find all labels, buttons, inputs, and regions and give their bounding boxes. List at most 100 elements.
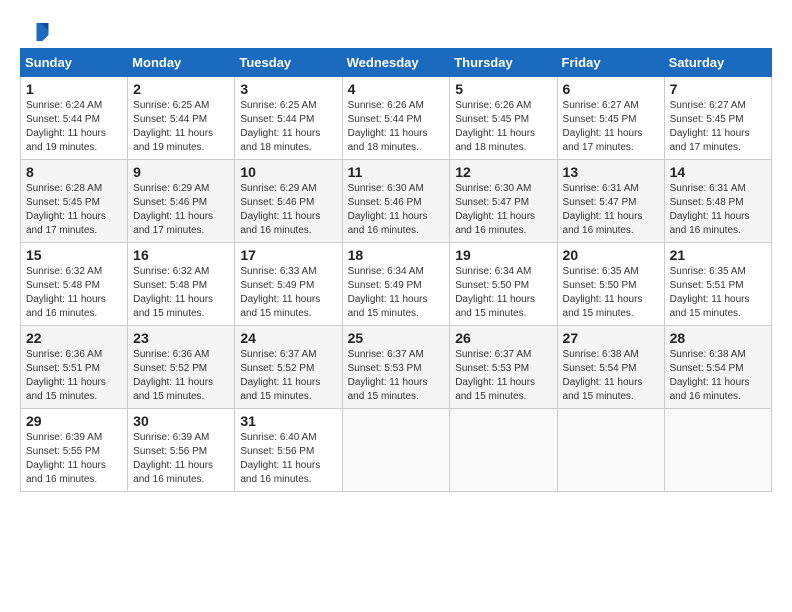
day-number: 28 <box>670 330 766 346</box>
day-number: 14 <box>670 164 766 180</box>
calendar-cell: 8Sunrise: 6:28 AM Sunset: 5:45 PM Daylig… <box>21 160 128 243</box>
day-info: Sunrise: 6:37 AM Sunset: 5:53 PM Dayligh… <box>348 348 445 404</box>
calendar-cell: 23 Sunrise: 6:36 AM Sunset: 5:52 PM Dayli… <box>128 326 235 409</box>
day-number: 22 <box>26 330 122 346</box>
calendar-cell: 13Sunrise: 6:31 AM Sunset: 5:47 PM Dayli… <box>557 160 664 243</box>
calendar-cell: 26 Sunrise: 6:37 AM Sunset: 5:53 PM Dayli… <box>450 326 557 409</box>
calendar-cell: 25 Sunrise: 6:37 AM Sunset: 5:53 PM Dayli… <box>342 326 450 409</box>
day-number: 30 <box>133 413 229 429</box>
day-info: Sunrise: 6:29 AM Sunset: 5:46 PM Dayligh… <box>240 182 336 238</box>
weekday-header-saturday: Saturday <box>664 49 771 77</box>
day-info: Sunrise: 6:29 AM Sunset: 5:46 PM Dayligh… <box>133 182 229 238</box>
logo-icon <box>20 20 50 44</box>
day-info: Sunrise: 6:37 AM Sunset: 5:52 PM Dayligh… <box>240 348 336 404</box>
day-number: 8 <box>26 164 122 180</box>
calendar-cell <box>342 409 450 492</box>
page-header <box>20 20 772 44</box>
day-info: Sunrise: 6:26 AM Sunset: 5:45 PM Dayligh… <box>455 99 551 155</box>
calendar-cell: 22Sunrise: 6:36 AM Sunset: 5:51 PM Dayli… <box>21 326 128 409</box>
calendar-cell: 10 Sunrise: 6:29 AM Sunset: 5:46 PM Dayli… <box>235 160 342 243</box>
calendar-cell: 11Sunrise: 6:30 AM Sunset: 5:46 PM Dayli… <box>342 160 450 243</box>
day-number: 19 <box>455 247 551 263</box>
day-info: Sunrise: 6:25 AM Sunset: 5:44 PM Dayligh… <box>133 99 229 155</box>
day-number: 1 <box>26 81 122 97</box>
calendar-cell: 17 Sunrise: 6:33 AM Sunset: 5:49 PM Dayli… <box>235 243 342 326</box>
day-info: Sunrise: 6:32 AM Sunset: 5:48 PM Dayligh… <box>133 265 229 321</box>
calendar-cell: 12 Sunrise: 6:30 AM Sunset: 5:47 PM Dayli… <box>450 160 557 243</box>
day-info: Sunrise: 6:35 AM Sunset: 5:51 PM Dayligh… <box>670 265 766 321</box>
day-number: 2 <box>133 81 229 97</box>
calendar-cell: 15Sunrise: 6:32 AM Sunset: 5:48 PM Dayli… <box>21 243 128 326</box>
day-info: Sunrise: 6:36 AM Sunset: 5:52 PM Dayligh… <box>133 348 229 404</box>
calendar-cell: 4Sunrise: 6:26 AM Sunset: 5:44 PM Daylig… <box>342 77 450 160</box>
day-info: Sunrise: 6:33 AM Sunset: 5:49 PM Dayligh… <box>240 265 336 321</box>
calendar-cell: 16 Sunrise: 6:32 AM Sunset: 5:48 PM Dayli… <box>128 243 235 326</box>
day-number: 11 <box>348 164 445 180</box>
calendar-cell: 29Sunrise: 6:39 AM Sunset: 5:55 PM Dayli… <box>21 409 128 492</box>
day-number: 3 <box>240 81 336 97</box>
day-info: Sunrise: 6:32 AM Sunset: 5:48 PM Dayligh… <box>26 265 122 321</box>
logo <box>20 20 54 44</box>
day-info: Sunrise: 6:30 AM Sunset: 5:47 PM Dayligh… <box>455 182 551 238</box>
calendar-cell <box>450 409 557 492</box>
day-number: 21 <box>670 247 766 263</box>
calendar-cell: 1 Sunrise: 6:24 AM Sunset: 5:44 PM Daylig… <box>21 77 128 160</box>
day-number: 20 <box>563 247 659 263</box>
day-number: 26 <box>455 330 551 346</box>
calendar-cell: 14 Sunrise: 6:31 AM Sunset: 5:48 PM Dayli… <box>664 160 771 243</box>
calendar-cell <box>557 409 664 492</box>
calendar-cell: 28 Sunrise: 6:38 AM Sunset: 5:54 PM Dayli… <box>664 326 771 409</box>
calendar-cell: 19 Sunrise: 6:34 AM Sunset: 5:50 PM Dayli… <box>450 243 557 326</box>
weekday-header-sunday: Sunday <box>21 49 128 77</box>
day-info: Sunrise: 6:35 AM Sunset: 5:50 PM Dayligh… <box>563 265 659 321</box>
calendar-week-3: 15Sunrise: 6:32 AM Sunset: 5:48 PM Dayli… <box>21 243 772 326</box>
calendar-cell: 21 Sunrise: 6:35 AM Sunset: 5:51 PM Dayli… <box>664 243 771 326</box>
calendar-cell: 7 Sunrise: 6:27 AM Sunset: 5:45 PM Daylig… <box>664 77 771 160</box>
weekday-header-row: SundayMondayTuesdayWednesdayThursdayFrid… <box>21 49 772 77</box>
day-number: 25 <box>348 330 445 346</box>
day-info: Sunrise: 6:40 AM Sunset: 5:56 PM Dayligh… <box>240 431 336 487</box>
calendar-week-5: 29Sunrise: 6:39 AM Sunset: 5:55 PM Dayli… <box>21 409 772 492</box>
day-info: Sunrise: 6:27 AM Sunset: 5:45 PM Dayligh… <box>670 99 766 155</box>
day-number: 23 <box>133 330 229 346</box>
day-info: Sunrise: 6:24 AM Sunset: 5:44 PM Dayligh… <box>26 99 122 155</box>
weekday-header-monday: Monday <box>128 49 235 77</box>
day-number: 4 <box>348 81 445 97</box>
calendar-cell: 5 Sunrise: 6:26 AM Sunset: 5:45 PM Daylig… <box>450 77 557 160</box>
day-info: Sunrise: 6:31 AM Sunset: 5:48 PM Dayligh… <box>670 182 766 238</box>
day-info: Sunrise: 6:39 AM Sunset: 5:55 PM Dayligh… <box>26 431 122 487</box>
day-number: 10 <box>240 164 336 180</box>
day-info: Sunrise: 6:38 AM Sunset: 5:54 PM Dayligh… <box>670 348 766 404</box>
day-number: 17 <box>240 247 336 263</box>
calendar-cell: 27 Sunrise: 6:38 AM Sunset: 5:54 PM Dayli… <box>557 326 664 409</box>
day-number: 24 <box>240 330 336 346</box>
weekday-header-wednesday: Wednesday <box>342 49 450 77</box>
day-number: 5 <box>455 81 551 97</box>
calendar-cell <box>664 409 771 492</box>
day-info: Sunrise: 6:38 AM Sunset: 5:54 PM Dayligh… <box>563 348 659 404</box>
day-info: Sunrise: 6:39 AM Sunset: 5:56 PM Dayligh… <box>133 431 229 487</box>
day-info: Sunrise: 6:34 AM Sunset: 5:49 PM Dayligh… <box>348 265 445 321</box>
day-info: Sunrise: 6:27 AM Sunset: 5:45 PM Dayligh… <box>563 99 659 155</box>
day-number: 6 <box>563 81 659 97</box>
day-info: Sunrise: 6:31 AM Sunset: 5:47 PM Dayligh… <box>563 182 659 238</box>
calendar-cell: 31 Sunrise: 6:40 AM Sunset: 5:56 PM Dayli… <box>235 409 342 492</box>
calendar-cell: 20 Sunrise: 6:35 AM Sunset: 5:50 PM Dayli… <box>557 243 664 326</box>
calendar-week-2: 8Sunrise: 6:28 AM Sunset: 5:45 PM Daylig… <box>21 160 772 243</box>
day-number: 16 <box>133 247 229 263</box>
day-number: 27 <box>563 330 659 346</box>
day-number: 12 <box>455 164 551 180</box>
day-number: 7 <box>670 81 766 97</box>
calendar-cell: 6 Sunrise: 6:27 AM Sunset: 5:45 PM Daylig… <box>557 77 664 160</box>
weekday-header-thursday: Thursday <box>450 49 557 77</box>
calendar-week-1: 1 Sunrise: 6:24 AM Sunset: 5:44 PM Daylig… <box>21 77 772 160</box>
day-number: 18 <box>348 247 445 263</box>
weekday-header-friday: Friday <box>557 49 664 77</box>
day-info: Sunrise: 6:37 AM Sunset: 5:53 PM Dayligh… <box>455 348 551 404</box>
day-number: 9 <box>133 164 229 180</box>
calendar-cell: 30 Sunrise: 6:39 AM Sunset: 5:56 PM Dayli… <box>128 409 235 492</box>
day-number: 31 <box>240 413 336 429</box>
calendar-cell: 18 Sunrise: 6:34 AM Sunset: 5:49 PM Dayli… <box>342 243 450 326</box>
calendar-cell: 9 Sunrise: 6:29 AM Sunset: 5:46 PM Daylig… <box>128 160 235 243</box>
day-info: Sunrise: 6:34 AM Sunset: 5:50 PM Dayligh… <box>455 265 551 321</box>
